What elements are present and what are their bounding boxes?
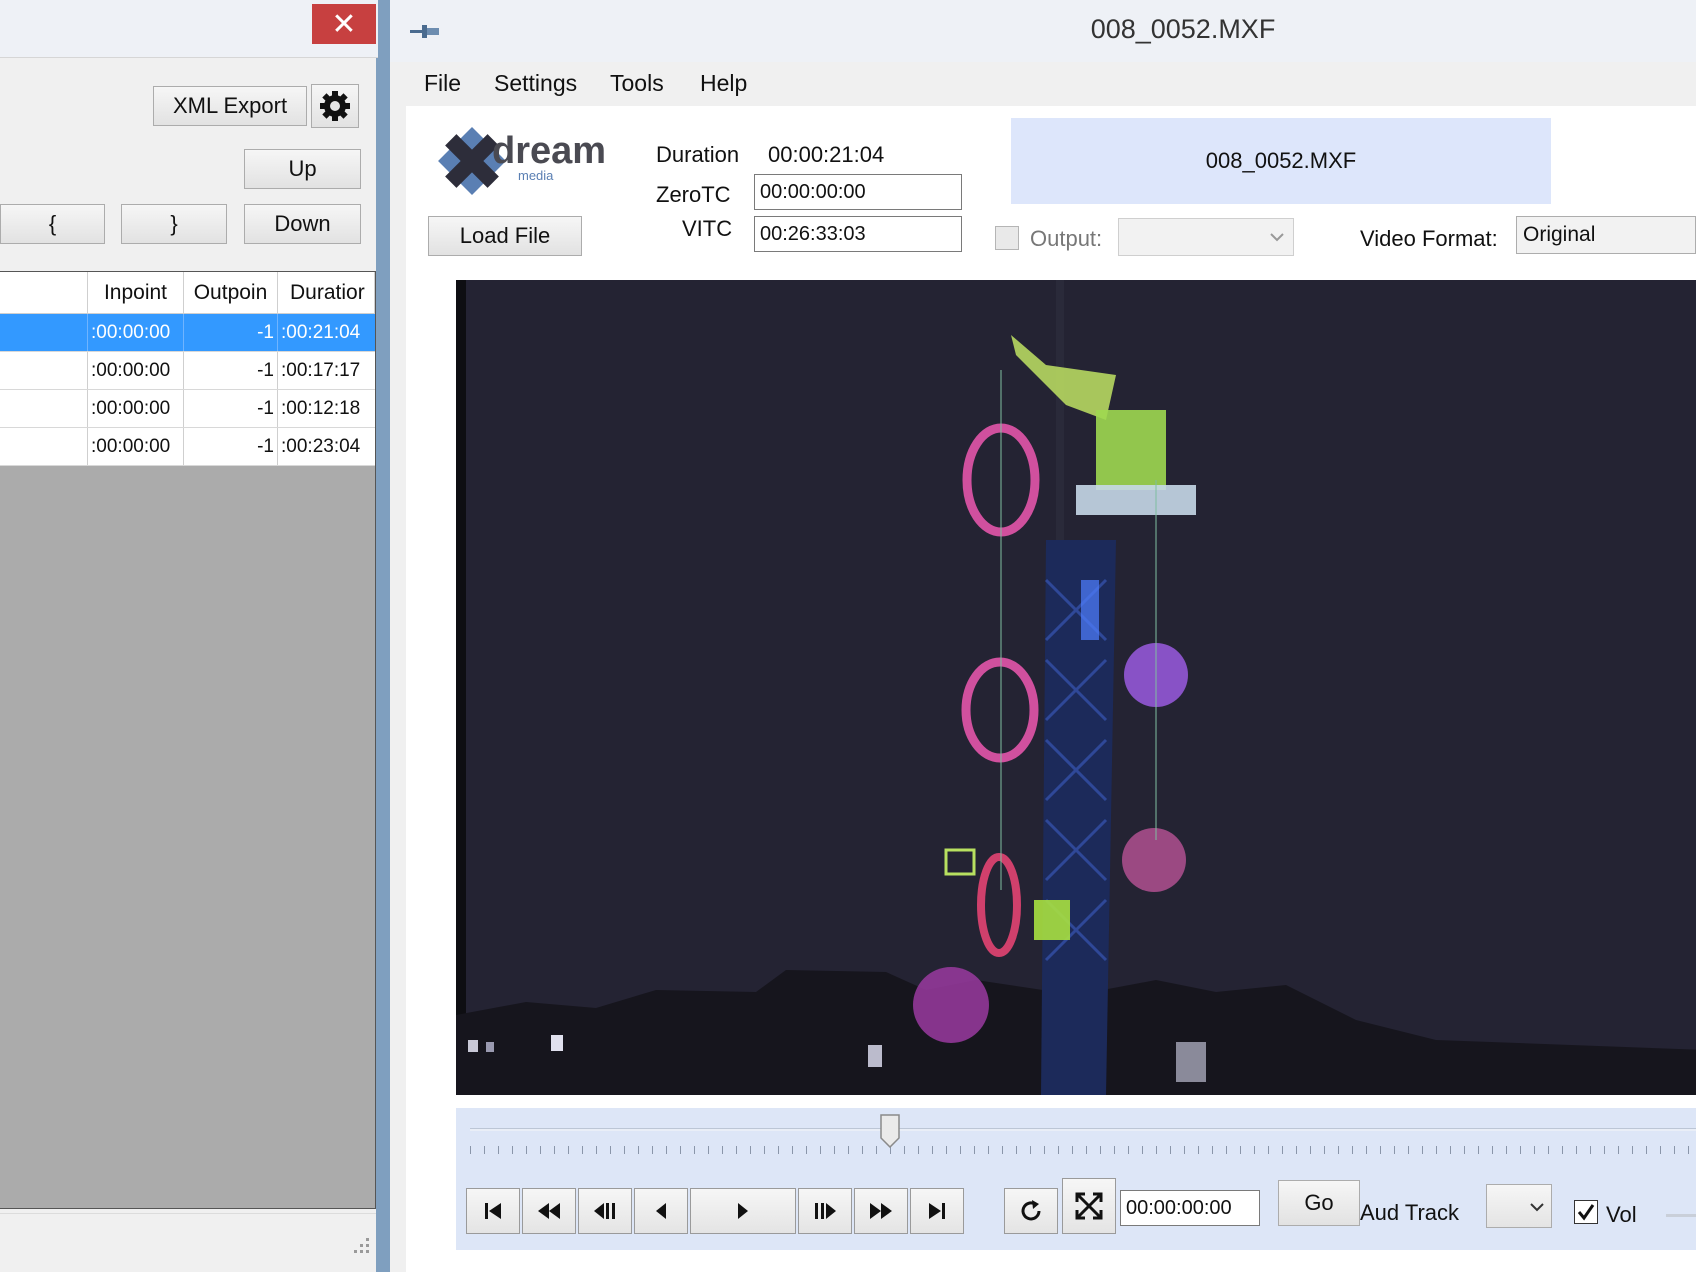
skip-start-icon	[485, 1203, 501, 1219]
fullscreen-icon	[1075, 1192, 1103, 1220]
output-select[interactable]	[1118, 218, 1294, 256]
cell-duration: :00:17:17	[281, 359, 361, 381]
aud-track-select[interactable]	[1486, 1184, 1552, 1228]
file-name-display: 008_0052.MXF	[1011, 118, 1551, 204]
fullscreen-button[interactable]	[1062, 1178, 1116, 1234]
go-to-start-button[interactable]	[466, 1188, 520, 1234]
loop-button[interactable]	[1004, 1188, 1058, 1234]
cell-outpoint: -1	[184, 390, 278, 427]
xdream-logo: dream media	[430, 118, 610, 204]
cell-name	[0, 428, 88, 465]
settings-button[interactable]	[311, 84, 359, 128]
fast-rewind-button[interactable]	[522, 1188, 576, 1234]
seek-ticks	[470, 1146, 1696, 1154]
resize-grip-icon[interactable]	[352, 1236, 370, 1254]
cell-inpoint: :00:00:00	[88, 352, 184, 389]
seek-track[interactable]	[470, 1128, 1696, 1131]
up-button[interactable]: Up	[244, 149, 361, 189]
menu-help[interactable]: Help	[700, 70, 747, 97]
playlist-grid: Inpoint Outpoin Duratior :00:00:00 -1 :0…	[0, 271, 376, 1209]
column-header-name[interactable]	[0, 272, 88, 314]
play-button[interactable]	[690, 1188, 796, 1234]
volume-slider[interactable]	[1666, 1214, 1696, 1217]
table-row[interactable]: :00:00:00 -1 :00:12:18	[0, 390, 375, 428]
close-icon: ✕	[331, 7, 357, 41]
checkmark-icon	[1577, 1204, 1595, 1221]
logo-text: dream	[492, 130, 607, 172]
fast-forward-button[interactable]	[854, 1188, 908, 1234]
status-bar	[0, 1213, 376, 1261]
cell-inpoint: :00:00:00	[88, 314, 184, 351]
menu-file[interactable]: File	[424, 70, 461, 97]
fast-rewind-icon	[538, 1203, 560, 1219]
frame-back-button[interactable]	[578, 1188, 632, 1234]
skip-end-icon	[929, 1203, 945, 1219]
player-content: dream media Load File Duration 00:00:21:…	[406, 106, 1696, 1272]
fast-forward-icon	[870, 1203, 892, 1219]
chevron-down-icon	[1530, 1203, 1544, 1212]
xml-export-button[interactable]: XML Export	[153, 86, 307, 126]
cell-name	[0, 314, 88, 351]
gear-icon	[320, 91, 350, 121]
output-label: Output:	[1030, 226, 1103, 251]
cell-duration: :00:21:04	[281, 321, 361, 343]
aud-track-label: Aud Track	[1360, 1200, 1460, 1225]
down-button[interactable]: Down	[244, 204, 361, 244]
column-header-duration[interactable]: Duratior	[278, 272, 375, 314]
close-button[interactable]: ✕	[312, 4, 376, 44]
zerotc-label: ZeroTC	[656, 182, 731, 207]
duration-value: 00:00:21:04	[768, 142, 885, 167]
column-header-outpoint[interactable]: Outpoin	[184, 272, 278, 314]
play-icon	[738, 1203, 748, 1219]
table-row[interactable]: :00:00:00 -1 :00:17:17	[0, 352, 375, 390]
play-reverse-button[interactable]	[634, 1188, 688, 1234]
cell-duration: :00:12:18	[281, 397, 361, 419]
table-row[interactable]: :00:00:00 -1 :00:23:04	[0, 428, 375, 466]
load-file-button[interactable]: Load File	[428, 216, 582, 256]
cell-name	[0, 352, 88, 389]
step-forward-icon	[815, 1203, 836, 1219]
cell-inpoint: :00:00:00	[88, 428, 184, 465]
video-viewport[interactable]	[456, 280, 1696, 1095]
cell-outpoint: -1	[184, 428, 278, 465]
frame-forward-button[interactable]	[798, 1188, 852, 1234]
player-window: 008_0052.MXF File Settings Tools Help dr…	[390, 0, 1696, 1272]
cell-inpoint: :00:00:00	[88, 390, 184, 427]
vol-label: Vol	[1606, 1202, 1637, 1227]
set-outpoint-button[interactable]: }	[121, 204, 227, 244]
vol-checkbox[interactable]	[1574, 1200, 1598, 1224]
column-header-inpoint[interactable]: Inpoint	[88, 272, 184, 314]
cell-name	[0, 390, 88, 427]
output-checkbox[interactable]	[995, 226, 1019, 250]
go-button[interactable]: Go	[1278, 1180, 1360, 1226]
chevron-down-icon	[1270, 233, 1284, 242]
transport-panel: 00:00:00:00 Go Aud Track Vol	[456, 1108, 1696, 1250]
cell-outpoint: -1	[184, 352, 278, 389]
cell-outpoint: -1	[184, 314, 278, 351]
table-row[interactable]: :00:00:00 -1 :00:21:04	[0, 314, 375, 352]
menu-bar: File Settings Tools Help	[406, 62, 1696, 106]
loop-icon	[1021, 1200, 1041, 1221]
play-reverse-icon	[656, 1203, 666, 1219]
step-back-icon	[594, 1203, 615, 1219]
window-title: 008_0052.MXF	[1090, 14, 1276, 44]
set-inpoint-button[interactable]: {	[0, 204, 105, 244]
go-to-end-button[interactable]	[910, 1188, 964, 1234]
menu-tools[interactable]: Tools	[610, 70, 664, 97]
seek-thumb[interactable]	[880, 1114, 900, 1149]
vitc-input[interactable]: 00:26:33:03	[754, 216, 962, 252]
logo-subtext: media	[518, 168, 554, 183]
cell-duration: :00:23:04	[281, 435, 361, 457]
video-format-label: Video Format:	[1360, 226, 1498, 251]
timecode-input[interactable]: 00:00:00:00	[1120, 1190, 1260, 1226]
video-frame	[456, 280, 1696, 1095]
menu-settings[interactable]: Settings	[494, 70, 577, 97]
duration-label: Duration	[656, 142, 740, 167]
vitc-label: VITC	[682, 216, 733, 241]
player-title-bar: 008_0052.MXF	[390, 0, 1696, 62]
zerotc-input[interactable]: 00:00:00:00	[754, 174, 962, 210]
video-format-select[interactable]: Original	[1516, 216, 1696, 254]
playlist-window: ✕ XML Export Up { } Down Inpoint Outpoin…	[0, 0, 378, 1272]
